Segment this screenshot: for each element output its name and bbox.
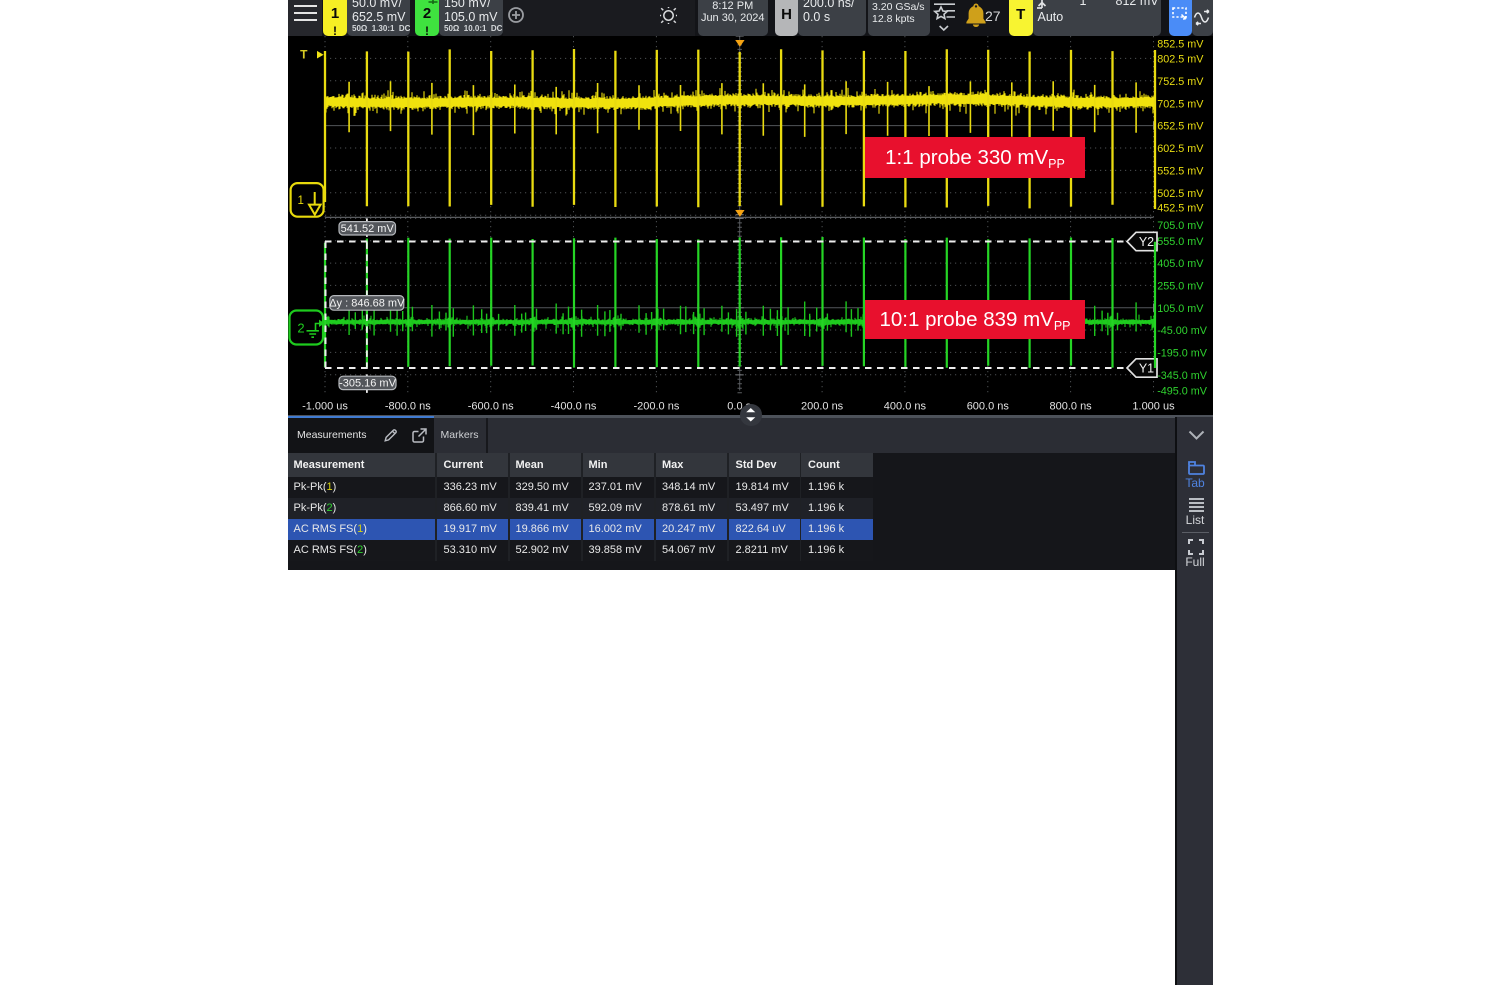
svg-text:555.0 mV: 555.0 mV [1157,236,1204,248]
svg-text:-200.0 ns: -200.0 ns [633,401,679,413]
svg-text:405.0 mV: 405.0 mV [1157,258,1204,270]
svg-text:-495.0 mV: -495.0 mV [1157,385,1208,397]
svg-text:1.000 us: 1.000 us [1132,401,1175,413]
svg-text:400.0 ns: 400.0 ns [884,401,927,413]
svg-text:702.5 mV: 702.5 mV [1157,98,1204,110]
svg-text:752.5 mV: 752.5 mV [1157,76,1204,88]
svg-text:200.0 ns: 200.0 ns [801,401,844,413]
svg-text:602.5 mV: 602.5 mV [1157,143,1204,155]
svg-text:Δy : 846.68 mV: Δy : 846.68 mV [329,297,405,309]
svg-text:T: T [300,48,308,62]
svg-text:502.5 mV: 502.5 mV [1157,188,1204,200]
svg-text:852.5 mV: 852.5 mV [1157,39,1204,51]
svg-text:-600.0 ns: -600.0 ns [468,401,514,413]
svg-text:-800.0 ns: -800.0 ns [385,401,431,413]
svg-text:-400.0 ns: -400.0 ns [551,401,597,413]
svg-text:800.0 ns: 800.0 ns [1049,401,1092,413]
svg-text:2: 2 [297,321,304,336]
svg-text:255.0 mV: 255.0 mV [1157,280,1204,292]
svg-text:652.5 mV: 652.5 mV [1157,121,1204,133]
svg-text:-345.0 mV: -345.0 mV [1157,370,1208,382]
svg-text:-305.16 mV: -305.16 mV [339,377,397,389]
svg-text:705.0 mV: 705.0 mV [1157,220,1204,232]
svg-text:802.5 mV: 802.5 mV [1157,54,1204,66]
svg-text:541.52 mV: 541.52 mV [341,223,395,235]
svg-text:-45.00 mV: -45.00 mV [1157,325,1208,337]
svg-text:600.0 ns: 600.0 ns [967,401,1010,413]
svg-text:1: 1 [297,195,303,207]
svg-text:-1.000 us: -1.000 us [302,401,348,413]
svg-text:452.5 mV: 452.5 mV [1157,203,1204,215]
svg-text:105.0 mV: 105.0 mV [1157,303,1204,315]
svg-text:552.5 mV: 552.5 mV [1157,166,1204,178]
svg-text:Y1: Y1 [1139,362,1154,376]
svg-text:Y2: Y2 [1139,235,1154,249]
svg-text:-195.0 mV: -195.0 mV [1157,347,1208,359]
